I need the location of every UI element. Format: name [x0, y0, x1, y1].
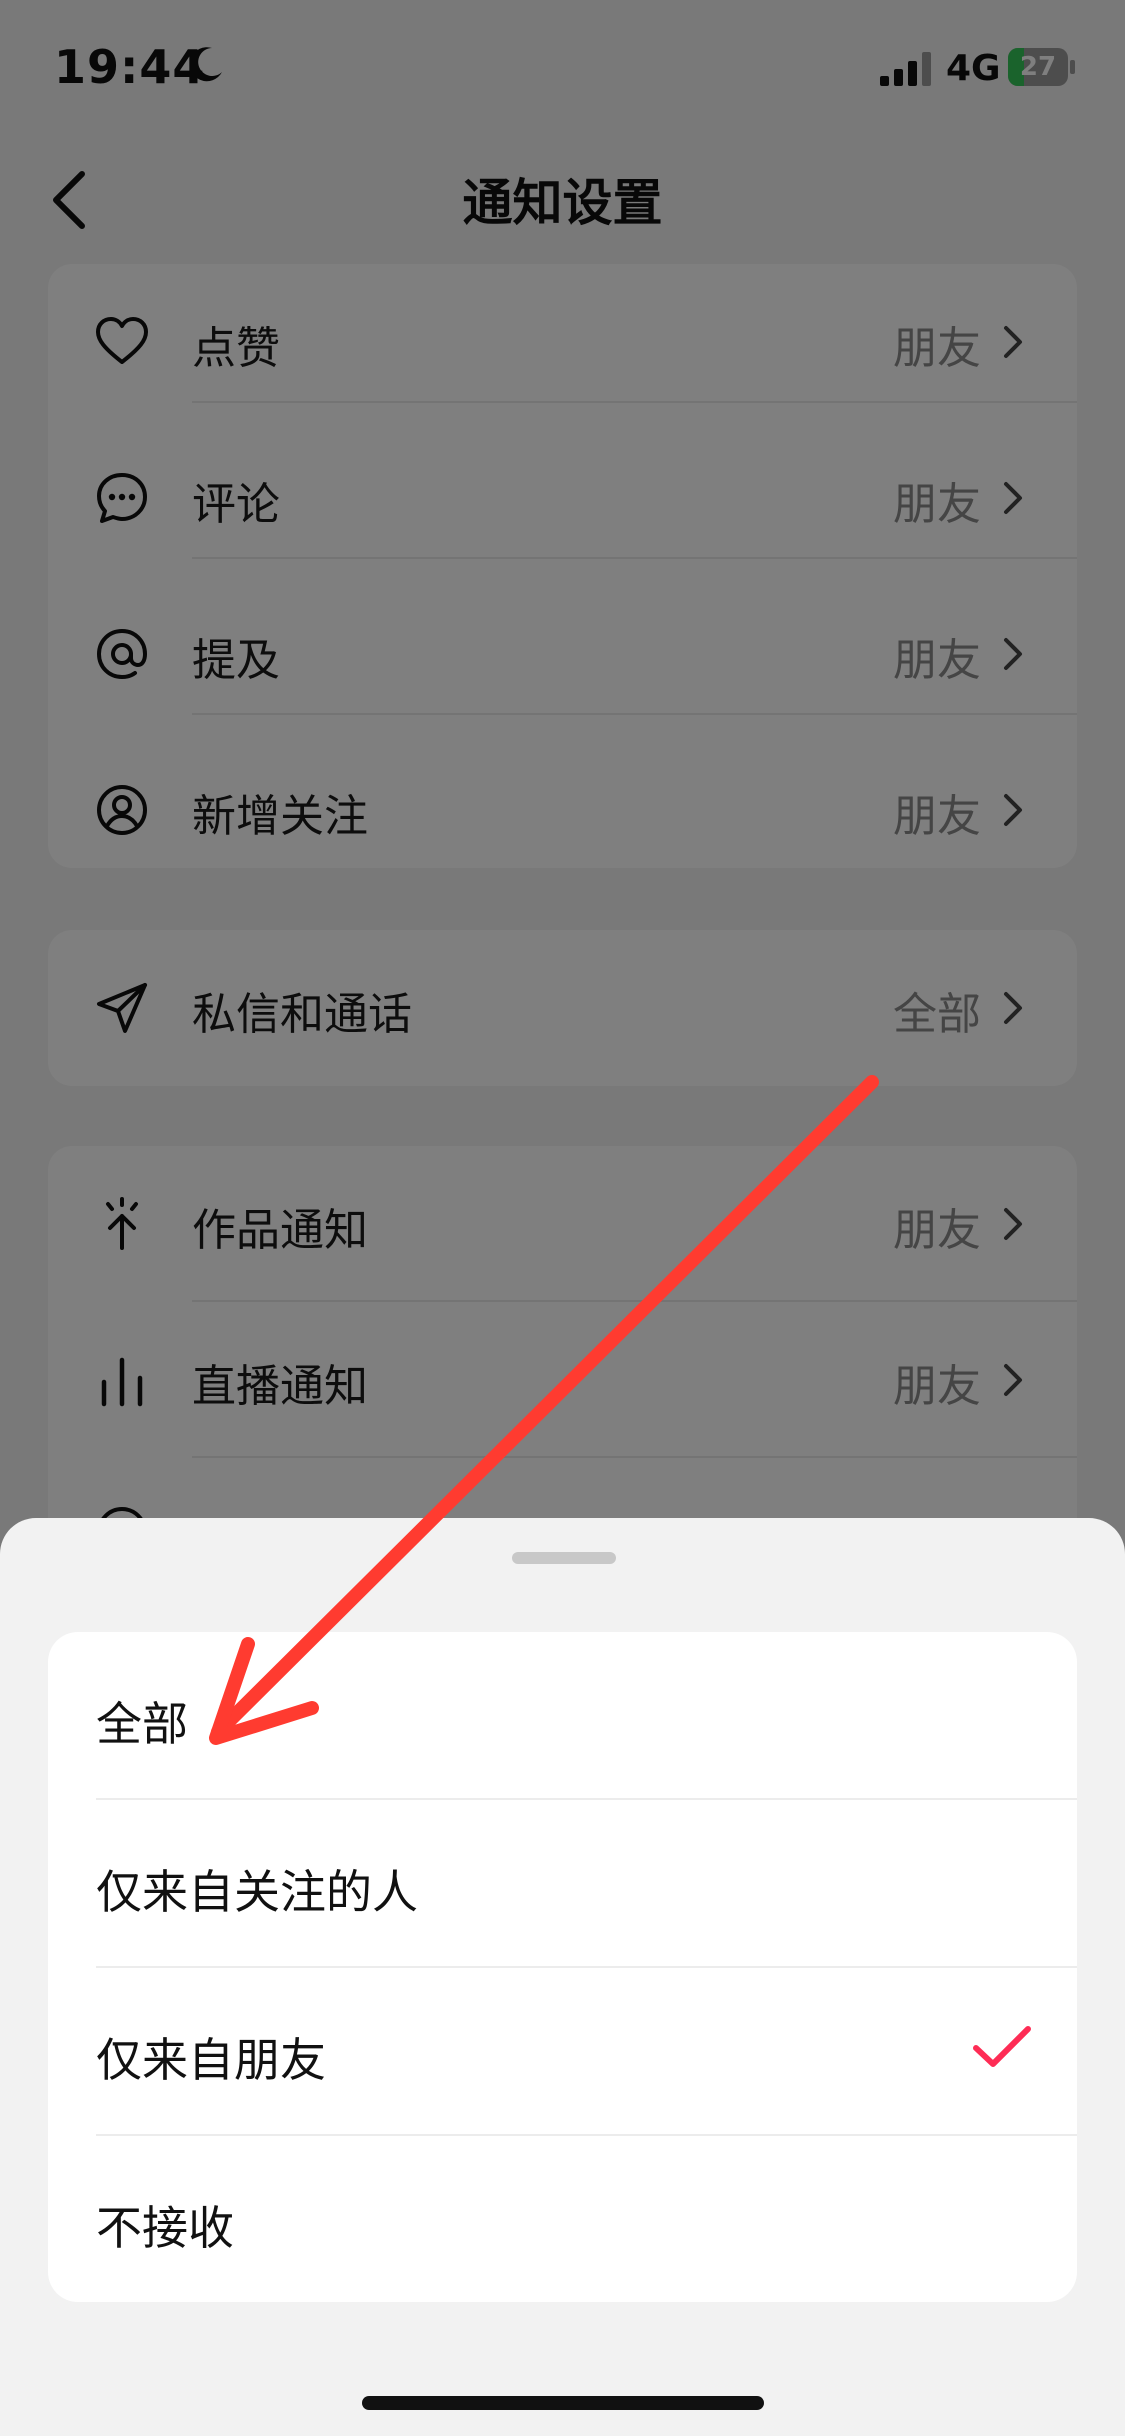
option-following-only[interactable]: 仅来自关注的人 [48, 1800, 1077, 1967]
option-label: 全部 [96, 1697, 188, 1751]
screen: 19:44 4G 27 通知设置 点赞 朋友 [0, 0, 1125, 2436]
option-label: 仅来自朋友 [96, 2033, 326, 2087]
home-indicator[interactable] [362, 2396, 764, 2410]
option-none[interactable]: 不接收 [48, 2136, 1077, 2302]
option-label: 不接收 [96, 2201, 234, 2255]
options-list: 全部 仅来自关注的人 仅来自朋友 不接收 [48, 1632, 1077, 2302]
sheet-grabber[interactable] [512, 1552, 616, 1564]
checkmark-icon [973, 2026, 1031, 2067]
option-all[interactable]: 全部 [48, 1632, 1077, 1799]
option-friends-only[interactable]: 仅来自朋友 [48, 1968, 1077, 2135]
option-bottom-sheet: 全部 仅来自关注的人 仅来自朋友 不接收 [0, 1518, 1125, 2436]
option-label: 仅来自关注的人 [96, 1865, 418, 1919]
